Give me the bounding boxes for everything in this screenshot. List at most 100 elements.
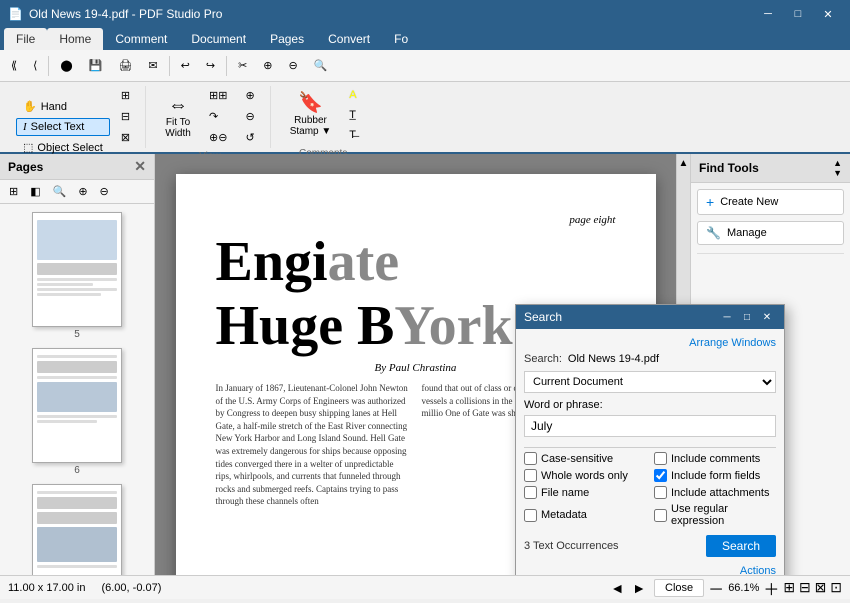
- tab-document[interactable]: Document: [179, 28, 258, 50]
- scope-select[interactable]: Current Document: [524, 371, 776, 393]
- check-comments-label: Include comments: [671, 453, 760, 465]
- pages-tb-2[interactable]: ◧: [25, 182, 45, 201]
- pages-tb-1[interactable]: ⊞: [4, 182, 23, 201]
- underline-tool[interactable]: T̲: [342, 106, 363, 124]
- toolbar-extra1[interactable]: ⊞: [114, 86, 137, 105]
- checkbox-regex[interactable]: [654, 509, 667, 522]
- check-file-name[interactable]: File name: [524, 486, 646, 499]
- dialog-divider-1: [524, 447, 776, 448]
- check-include-comments[interactable]: Include comments: [654, 452, 776, 465]
- toolbar-save[interactable]: 💾: [82, 53, 110, 79]
- toolbar-redo[interactable]: ↪: [199, 53, 222, 79]
- page-thumb-5[interactable]: 5: [4, 208, 150, 344]
- check-metadata[interactable]: Metadata: [524, 503, 646, 527]
- view-zoom-in[interactable]: ⊕: [238, 86, 261, 105]
- rubber-stamp-label: RubberStamp ▼: [290, 115, 332, 137]
- rubber-stamp-button[interactable]: 🔖 RubberStamp ▼: [283, 88, 339, 142]
- highlight-tool[interactable]: A: [342, 86, 363, 104]
- check-attach-label: Include attachments: [671, 487, 769, 499]
- checkboxes-grid: Case-sensitive Include comments Whole wo…: [524, 452, 776, 527]
- checkbox-include-form-fields[interactable]: [654, 469, 667, 482]
- page-thumb-7[interactable]: 7: [4, 480, 150, 575]
- checkbox-metadata[interactable]: [524, 509, 537, 522]
- view-grid[interactable]: ⊞⊞: [202, 86, 234, 105]
- ribbon-group-tools: ✋ Hand I Select Text ⬚ Object Select ⊞ ⊟…: [8, 86, 146, 148]
- toolbar-cut[interactable]: ✂: [231, 53, 254, 79]
- toolbar-new[interactable]: ⬤: [53, 53, 79, 79]
- maximize-button[interactable]: □: [784, 4, 812, 24]
- checkbox-case-sensitive[interactable]: [524, 452, 537, 465]
- toolbar-back[interactable]: ⟪: [4, 53, 24, 79]
- manage-button[interactable]: 🔧 Manage: [697, 221, 844, 245]
- dialog-maximize[interactable]: □: [738, 309, 756, 325]
- pages-tb-4[interactable]: ⊕: [73, 182, 92, 201]
- create-new-button[interactable]: + Create New: [697, 189, 844, 215]
- ribbon-tabs: File Home Comment Document Pages Convert…: [0, 28, 850, 50]
- plus-icon: +: [706, 194, 714, 210]
- toolbar-print[interactable]: 🖨: [111, 53, 139, 79]
- scroll-up[interactable]: ▲: [679, 158, 689, 169]
- check-regex-label: Use regular expression: [671, 503, 776, 527]
- find-scroll-down[interactable]: ▼: [833, 168, 842, 178]
- search-button[interactable]: Search: [706, 535, 776, 557]
- tab-fo[interactable]: Fo: [382, 28, 420, 50]
- dialog-close[interactable]: ✕: [758, 309, 776, 325]
- view-zoom-pct[interactable]: ↺: [238, 128, 261, 147]
- tab-home[interactable]: Home: [47, 28, 103, 50]
- checkbox-include-comments[interactable]: [654, 452, 667, 465]
- check-regex[interactable]: Use regular expression: [654, 503, 776, 527]
- phrase-label: Word or phrase:: [524, 399, 776, 411]
- tab-convert[interactable]: Convert: [316, 28, 382, 50]
- toolbar-extra3[interactable]: ⊠: [114, 128, 137, 147]
- close-window-button[interactable]: ✕: [814, 4, 842, 24]
- actions-link[interactable]: Actions: [740, 565, 776, 575]
- fit-to-width-button[interactable]: ⇔ Fit ToWidth: [158, 90, 198, 144]
- phrase-input[interactable]: [524, 415, 776, 437]
- dialog-minimize[interactable]: ─: [718, 309, 736, 325]
- headline-2-end: York: [394, 295, 512, 357]
- pages-tb-5[interactable]: ⊖: [95, 182, 114, 201]
- find-scroll-up[interactable]: ▲: [833, 158, 842, 168]
- checkbox-include-attachments[interactable]: [654, 486, 667, 499]
- check-case-sensitive[interactable]: Case-sensitive: [524, 452, 646, 465]
- checkbox-file-name[interactable]: [524, 486, 537, 499]
- arrange-windows-link[interactable]: Arrange Windows: [524, 337, 776, 349]
- page-next-btn[interactable]: ►: [628, 580, 650, 596]
- toolbar-zoomout[interactable]: ⊖: [282, 53, 305, 79]
- toolbar-extra2[interactable]: ⊟: [114, 107, 137, 126]
- view-rotate-cw[interactable]: ↷: [202, 107, 234, 126]
- minimize-button[interactable]: ─: [754, 4, 782, 24]
- checkbox-whole-words[interactable]: [524, 469, 537, 482]
- check-whole-words[interactable]: Whole words only: [524, 469, 646, 482]
- check-metadata-label: Metadata: [541, 509, 587, 521]
- page-thumb-6[interactable]: 6: [4, 344, 150, 480]
- toolbar-zoomin[interactable]: ⊕: [256, 53, 279, 79]
- toolbar-prev[interactable]: ⟨: [26, 53, 44, 79]
- close-button[interactable]: Close: [654, 579, 704, 597]
- pages-panel-toolbar: ⊞ ◧ 🔍 ⊕ ⊖: [0, 180, 154, 204]
- tool-hand[interactable]: ✋ Hand: [16, 97, 110, 116]
- toolbar-search[interactable]: 🔍: [307, 53, 335, 79]
- view-zoom-out[interactable]: ⊖: [238, 107, 261, 126]
- toolbar-email[interactable]: ✉: [141, 53, 164, 79]
- check-include-attachments[interactable]: Include attachments: [654, 486, 776, 499]
- search-dialog-body: Arrange Windows Search: Old News 19-4.pd…: [516, 329, 784, 575]
- tab-comment[interactable]: Comment: [103, 28, 179, 50]
- page-prev-btn[interactable]: ◄: [606, 580, 628, 596]
- check-case-label: Case-sensitive: [541, 453, 613, 465]
- view-rotate-ccw[interactable]: ⊕⊖: [202, 128, 234, 147]
- pages-panel-close[interactable]: ✕: [134, 158, 146, 175]
- tool-select-text[interactable]: I Select Text: [16, 118, 110, 136]
- check-include-form-fields[interactable]: Include form fields: [654, 469, 776, 482]
- dialog-actions: Actions: [524, 563, 776, 575]
- pages-tb-3[interactable]: 🔍: [48, 182, 72, 201]
- title-bar: 📄 Old News 19-4.pdf - PDF Studio Pro ─ □…: [0, 0, 850, 28]
- zoom-out-btn[interactable]: －: [708, 576, 724, 600]
- tab-file[interactable]: File: [4, 28, 47, 50]
- tab-pages[interactable]: Pages: [258, 28, 316, 50]
- zoom-in-btn[interactable]: ＋: [763, 576, 779, 600]
- hand-icon: ✋: [23, 100, 37, 113]
- manage-icon: 🔧: [706, 226, 721, 240]
- toolbar-undo[interactable]: ↩: [174, 53, 197, 79]
- strikeout-tool[interactable]: T̶: [342, 126, 363, 144]
